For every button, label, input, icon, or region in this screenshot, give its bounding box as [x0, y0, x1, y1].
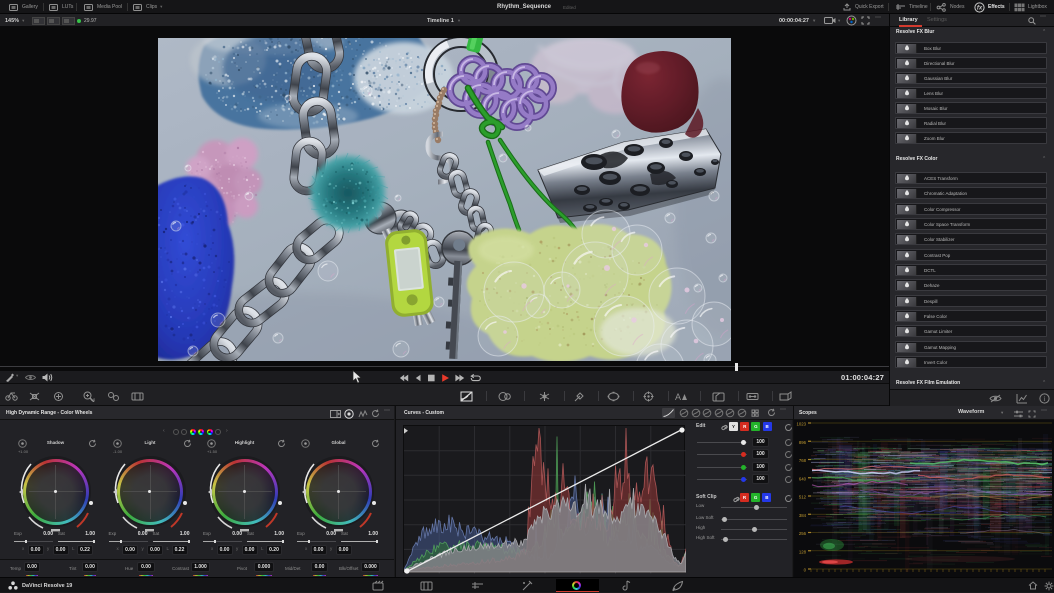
svg-text:384: 384 — [799, 513, 807, 518]
svg-text:1023: 1023 — [796, 422, 806, 427]
svg-text:896: 896 — [799, 440, 807, 445]
svg-text:512: 512 — [799, 495, 807, 500]
svg-text:A: A — [675, 392, 681, 402]
svg-text:128: 128 — [799, 549, 807, 554]
svg-text:i: i — [1044, 395, 1046, 403]
svg-text:0: 0 — [804, 568, 807, 573]
svg-text:256: 256 — [799, 531, 807, 536]
svg-text:fx: fx — [977, 5, 983, 11]
svg-text:HDR: HDR — [91, 397, 95, 402]
svg-text:768: 768 — [799, 458, 807, 463]
svg-text:640: 640 — [799, 476, 807, 481]
